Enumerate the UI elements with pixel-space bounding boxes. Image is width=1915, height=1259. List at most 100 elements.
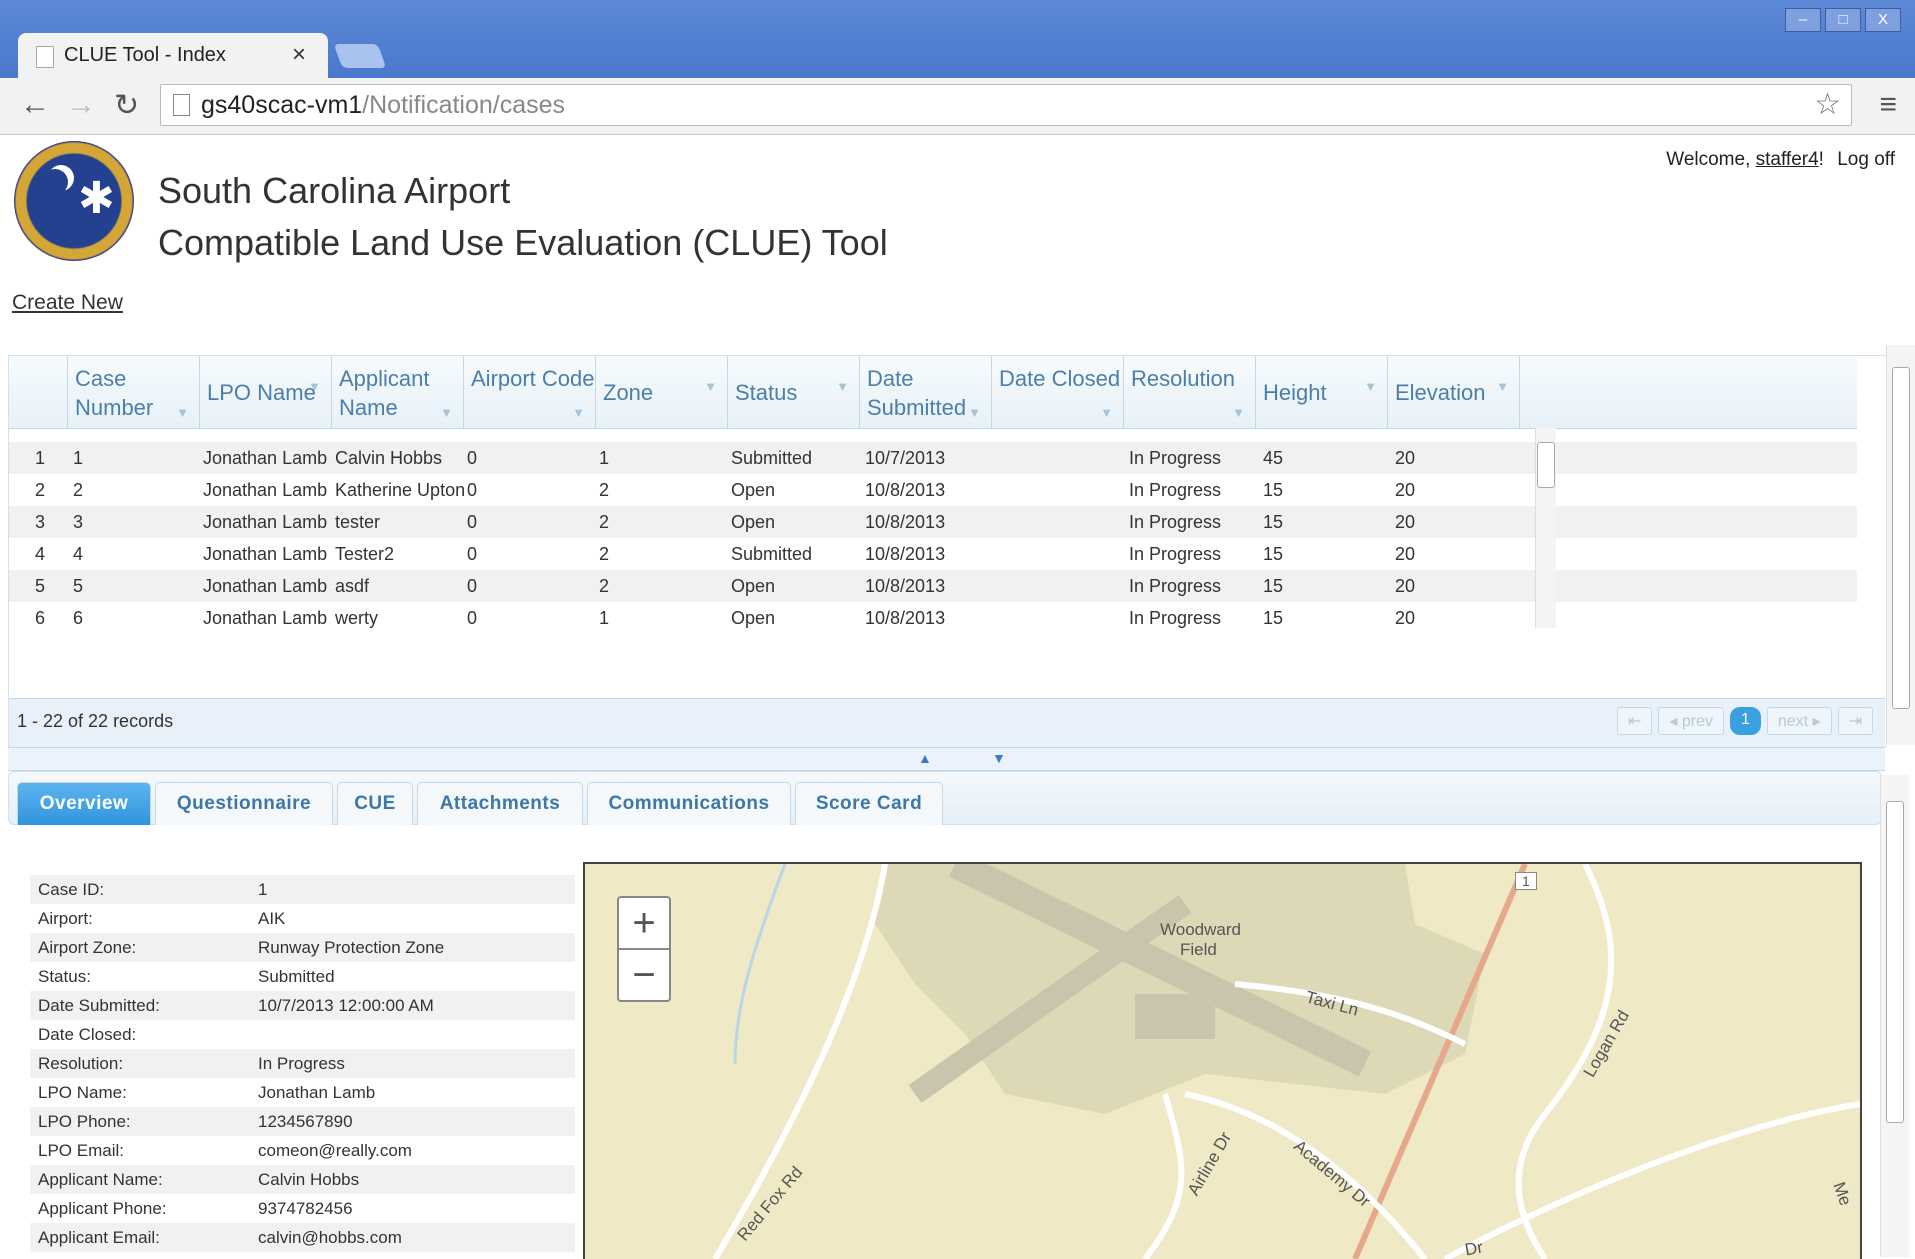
overview-label: LPO Name: — [38, 1083, 127, 1102]
table-row[interactable]: 2 2 Jonathan Lamb Katherine Upton 0 2 Open 10/8… — [9, 474, 1857, 506]
pager-first-button[interactable]: ⇤ — [1616, 707, 1653, 735]
browser-menu-icon[interactable]: ≡ — [1879, 88, 1897, 122]
cell-applicant: Calvin Hobbs — [335, 448, 443, 468]
filter-icon[interactable]: ▼ — [1496, 379, 1509, 394]
column-header-zone[interactable]: Zone ▼ — [596, 356, 728, 428]
tab-overview[interactable]: Overview — [17, 782, 151, 825]
cell-elevation: 20 — [1395, 544, 1416, 564]
case-map[interactable]: + − Woodward Field Taxi Ln Logan Rd Airl… — [583, 862, 1862, 1259]
filter-icon[interactable]: ▼ — [176, 405, 189, 420]
filter-icon[interactable]: ▼ — [1100, 405, 1113, 420]
tab-cue[interactable]: CUE — [337, 782, 413, 825]
palmetto-tree-icon: ✱ — [78, 174, 115, 223]
table-row[interactable]: 5 5 Jonathan Lamb asdf 0 2 Open 10/8/2013 In Pro… — [9, 570, 1857, 602]
table-row[interactable]: 6 6 Jonathan Lamb werty 0 1 Open 10/8/2013 In Pr… — [9, 602, 1857, 634]
tab-questionnaire[interactable]: Questionnaire — [155, 782, 333, 825]
overview-row: LPO Phone: 1234567890 — [30, 1107, 575, 1136]
zoom-in-button[interactable]: + — [619, 898, 669, 950]
overview-row: Date Closed: — [30, 1020, 575, 1049]
cell-airport: 0 — [467, 448, 478, 468]
reload-icon[interactable]: ↻ — [114, 88, 139, 123]
cell-resolution: In Progress — [1129, 608, 1222, 628]
browser-tab[interactable]: CLUE Tool - Index × — [18, 33, 328, 78]
minimize-button[interactable]: – — [1785, 8, 1821, 32]
grid-inner-scroll-thumb[interactable] — [1537, 442, 1555, 488]
filter-icon[interactable]: ▼ — [704, 379, 717, 394]
zoom-out-button[interactable]: − — [619, 950, 669, 1000]
maximize-button[interactable]: □ — [1825, 8, 1861, 32]
column-header-case-number[interactable]: Case Number ▼ — [68, 356, 200, 428]
overview-value: comeon@really.com — [258, 1141, 412, 1160]
cell-airport: 0 — [467, 608, 478, 628]
back-arrow-icon[interactable]: ← — [20, 88, 50, 122]
column-header-elevation[interactable]: Elevation ▼ — [1388, 356, 1520, 428]
overview-label: Date Closed: — [38, 1025, 137, 1044]
overview-value: 10/7/2013 12:00:00 AM — [258, 996, 434, 1015]
filter-icon[interactable]: ▼ — [1232, 405, 1245, 420]
url-text[interactable]: gs40scac-vm1/Notification/cases — [201, 91, 565, 120]
filter-icon[interactable]: ▼ — [836, 379, 849, 394]
creek — [733, 864, 787, 1065]
tab-communications[interactable]: Communications — [587, 782, 791, 825]
tab-close-icon[interactable]: × — [292, 41, 306, 69]
column-header-resolution[interactable]: Resolution ▼ — [1124, 356, 1256, 428]
close-window-button[interactable]: X — [1865, 8, 1901, 32]
pager-next-button[interactable]: next ▸ — [1766, 707, 1832, 735]
site-title: South Carolina Airport Compatible Land U… — [158, 165, 888, 269]
table-row[interactable]: 1 1 Jonathan Lamb Calvin Hobbs 0 1 Submitted 10… — [9, 442, 1857, 474]
cell-zone: 1 — [599, 608, 610, 628]
column-header-height[interactable]: Height ▼ — [1256, 356, 1388, 428]
cell-case: 6 — [73, 608, 84, 628]
overview-row: Resolution: In Progress — [30, 1049, 575, 1078]
overview-value: 9374782456 — [258, 1199, 353, 1218]
filter-icon[interactable]: ▼ — [440, 405, 453, 420]
cell-elevation: 20 — [1395, 480, 1416, 500]
grid-outer-scroll-thumb[interactable] — [1892, 367, 1910, 709]
create-new-link[interactable]: Create New — [12, 291, 123, 315]
browser-titlebar: CLUE Tool - Index × – □ X — [0, 0, 1915, 78]
filter-icon[interactable]: ▼ — [308, 379, 321, 394]
pager-current-page[interactable]: 1 — [1729, 707, 1761, 735]
pager-last-button[interactable]: ⇥ — [1837, 707, 1873, 735]
pager-prev-button[interactable]: ◂ prev — [1658, 707, 1724, 735]
detail-scrollbar[interactable] — [1880, 775, 1909, 1257]
grid-inner-scrollbar[interactable] — [1535, 428, 1556, 628]
logoff-link[interactable]: Log off — [1837, 149, 1895, 170]
column-header-status[interactable]: Status ▼ — [728, 356, 860, 428]
cell-case: 5 — [73, 576, 84, 596]
filter-icon[interactable]: ▼ — [968, 405, 981, 420]
username-link[interactable]: staffer4 — [1756, 149, 1819, 170]
collapse-up-icon[interactable]: ▲ — [918, 750, 932, 766]
table-row[interactable]: 3 3 Jonathan Lamb tester 0 2 Open 10/8/2013 In P… — [9, 506, 1857, 538]
cell-resolution: In Progress — [1129, 448, 1222, 468]
column-header-airport-code[interactable]: Airport Code ▼ — [464, 356, 596, 428]
address-bar[interactable]: gs40scac-vm1/Notification/cases ☆ — [160, 84, 1852, 126]
detail-scroll-thumb[interactable] — [1886, 801, 1904, 1123]
cell-resolution: In Progress — [1129, 512, 1222, 532]
map-zoom-control: + − — [617, 896, 671, 1002]
tab-attachments[interactable]: Attachments — [417, 782, 583, 825]
cell-resolution: In Progress — [1129, 480, 1222, 500]
collapse-down-icon[interactable]: ▼ — [992, 750, 1006, 766]
overview-value: Runway Protection Zone — [258, 938, 445, 957]
overview-row: Applicant Name: Calvin Hobbs — [30, 1165, 575, 1194]
bookmark-star-icon[interactable]: ☆ — [1814, 87, 1841, 122]
cell-lpo: Jonathan Lamb — [203, 480, 328, 500]
column-header-date-closed[interactable]: Date Closed ▼ — [992, 356, 1124, 428]
sc-airport-seal-logo: ✱ — [14, 141, 134, 261]
pane-splitter[interactable]: ▲ ▼ — [8, 747, 1885, 771]
filter-icon[interactable]: ▼ — [1364, 379, 1377, 394]
tab-score-card[interactable]: Score Card — [795, 782, 943, 825]
column-header-lpo-name[interactable]: LPO Name ▼ — [200, 356, 332, 428]
forward-arrow-icon[interactable]: → — [66, 88, 96, 122]
cell-applicant: asdf — [335, 576, 370, 596]
grid-outer-scrollbar[interactable] — [1886, 345, 1915, 745]
cell-height: 45 — [1263, 448, 1284, 468]
table-row[interactable]: 4 4 Jonathan Lamb Tester2 0 2 Submitted 10/8/20… — [9, 538, 1857, 570]
cell-status: Submitted — [731, 544, 813, 564]
overview-row: Airport Zone: Runway Protection Zone — [30, 933, 575, 962]
filter-icon[interactable]: ▼ — [572, 405, 585, 420]
new-tab-button[interactable] — [333, 44, 387, 68]
column-header-date-submitted[interactable]: Date Submitted ▼ — [860, 356, 992, 428]
column-header-applicant-name[interactable]: Applicant Name ▼ — [332, 356, 464, 428]
